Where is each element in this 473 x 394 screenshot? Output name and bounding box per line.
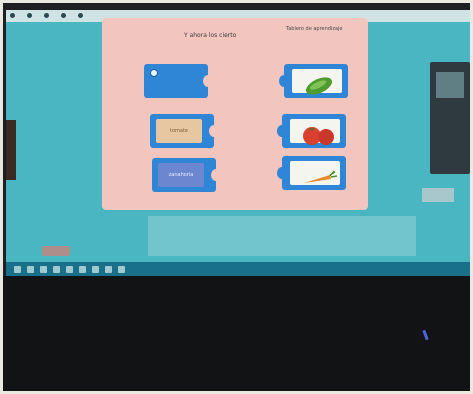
puzzle-piece-right-cucumber[interactable] (279, 64, 348, 98)
tomato-icon (303, 127, 334, 145)
taskbar-app-icon[interactable] (40, 265, 47, 273)
page-footer-area (148, 216, 416, 256)
piece-label: tomate (156, 119, 202, 143)
browser-tab[interactable] (61, 13, 68, 19)
knob-icon (150, 69, 158, 77)
right-thumbnail[interactable] (422, 188, 454, 202)
side-button[interactable] (42, 246, 70, 256)
start-icon[interactable] (14, 265, 21, 273)
taskbar-app-icon[interactable] (118, 265, 125, 273)
puzzle-piece-left-2[interactable]: tomate (150, 114, 219, 148)
monitor-screen: Y ahora los cierto Tablero de aprendizaj… (6, 10, 470, 276)
picture-frame (290, 161, 340, 185)
browser-tab[interactable] (10, 13, 17, 19)
monitor-bezel (0, 276, 473, 394)
activity-header-right: Tablero de aprendizaje (286, 26, 343, 32)
puzzle-piece-left-1[interactable] (144, 64, 213, 98)
carrot-icon (304, 170, 338, 183)
activity-title: Y ahora los cierto (184, 32, 237, 39)
left-edge-image (6, 120, 16, 180)
taskbar-app-icon[interactable] (66, 265, 73, 273)
taskbar-app-icon[interactable] (105, 265, 112, 273)
taskbar-app-icon[interactable] (92, 265, 99, 273)
puzzle-piece-left-3[interactable]: zanahoria (152, 158, 221, 192)
taskbar-app-icon[interactable] (27, 265, 34, 273)
browser-tab[interactable] (78, 13, 85, 19)
right-side-video (430, 62, 470, 174)
cucumber-icon (305, 77, 333, 95)
picture-frame (290, 119, 340, 145)
browser-tab[interactable] (44, 13, 51, 19)
puzzle-piece-right-tomatoes[interactable] (277, 114, 346, 148)
picture-frame (292, 69, 342, 95)
taskbar-app-icon[interactable] (53, 265, 60, 273)
puzzle-piece-right-carrot[interactable] (277, 156, 346, 190)
browser-tab[interactable] (27, 13, 34, 19)
taskbar-app-icon[interactable] (79, 265, 86, 273)
taskbar (6, 262, 470, 276)
piece-label: zanahoria (158, 163, 204, 187)
